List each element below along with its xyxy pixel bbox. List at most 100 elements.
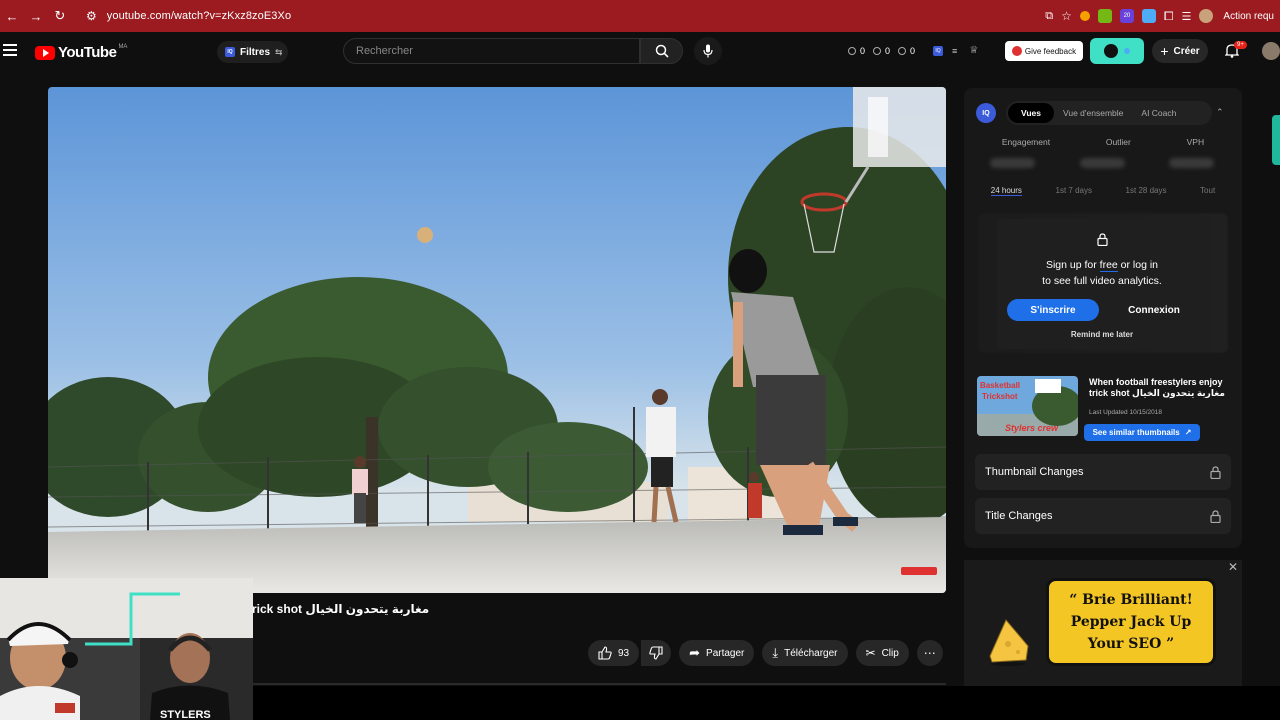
iq-icon[interactable]: IQ bbox=[933, 45, 944, 56]
iq-logo[interactable]: IQ bbox=[976, 103, 996, 123]
address-bar[interactable]: ⚙ youtube.com/watch?v=zKxz8zoE3Xo bbox=[86, 0, 1045, 32]
last-updated: Last Updated 10/15/2018 bbox=[1089, 409, 1163, 416]
extension-blue-icon[interactable] bbox=[1141, 9, 1156, 23]
webcam-frame: STYLERS bbox=[0, 578, 253, 720]
ad-banner[interactable]: ✕ “ Brie Brilliant! Pepper Jack Up Your … bbox=[964, 560, 1242, 686]
extension-green-icon[interactable] bbox=[1097, 9, 1112, 23]
like-button[interactable]: 93 bbox=[588, 640, 640, 666]
msg-part: Sign up for bbox=[1045, 259, 1100, 271]
range-28d[interactable]: 1st 28 days bbox=[1126, 186, 1167, 196]
youtube-header: YouTube MA IQ Filtres ⇆ 0 0 0 IQ ≡ ♕ Giv… bbox=[0, 32, 1280, 72]
reload-icon[interactable]: ↻ bbox=[48, 0, 72, 32]
search-button[interactable] bbox=[640, 38, 683, 64]
voice-search-button[interactable] bbox=[694, 37, 722, 65]
url-text[interactable]: youtube.com/watch?v=zKxz8zoE3Xo bbox=[107, 10, 291, 22]
eye-icon bbox=[898, 46, 907, 55]
thumbs-up-icon bbox=[598, 646, 612, 660]
stat-value: 0 bbox=[910, 45, 916, 56]
download-button[interactable]: ⤓ Télécharger bbox=[762, 640, 848, 666]
login-button[interactable]: Connexion bbox=[1110, 299, 1198, 321]
extension-orange-icon[interactable] bbox=[1079, 11, 1090, 21]
close-icon[interactable]: ✕ bbox=[1228, 560, 1238, 574]
range-all[interactable]: Tout bbox=[1200, 186, 1215, 196]
msg-free: free bbox=[1099, 259, 1118, 272]
give-feedback-button[interactable]: Give feedback bbox=[1005, 41, 1083, 61]
title-changes-row[interactable]: Title Changes bbox=[975, 498, 1231, 534]
action-required-text[interactable]: Action requ bbox=[1223, 11, 1274, 22]
svg-text:Stylers crew: Stylers crew bbox=[1005, 423, 1059, 433]
metric-labels: Engagement Outlier VPH bbox=[964, 137, 1242, 147]
extensions-puzzle-icon[interactable]: ⧠ bbox=[1164, 9, 1174, 24]
back-icon[interactable]: ← bbox=[0, 0, 24, 32]
video-thumbnail[interactable]: Basketball Trickshot Stylers crew bbox=[977, 376, 1078, 436]
install-icon[interactable]: ⧉ bbox=[1045, 10, 1053, 23]
list-icon[interactable]: ≡ bbox=[952, 46, 957, 56]
thumbnail-image: Basketball Trickshot Stylers crew bbox=[977, 376, 1078, 436]
cheese-icon bbox=[989, 619, 1029, 666]
ad-text-card: “ Brie Brilliant! Pepper Jack Up Your SE… bbox=[1046, 578, 1216, 666]
range-24h[interactable]: 24 hours bbox=[990, 186, 1022, 196]
extension-logo-icon bbox=[1104, 44, 1118, 58]
bookmark-star-icon[interactable]: ☆ bbox=[1061, 9, 1072, 23]
extension-stats: 0 0 0 IQ ≡ ♕ bbox=[848, 45, 978, 56]
microphone-icon bbox=[703, 44, 713, 58]
profile-icon[interactable] bbox=[1199, 9, 1214, 23]
youtube-logo[interactable]: YouTube MA bbox=[35, 44, 127, 61]
tab-ai-coach[interactable]: AI Coach bbox=[1132, 103, 1185, 123]
lock-icon bbox=[1097, 233, 1108, 246]
sign-up-message: Sign up for free or log in to see full v… bbox=[997, 257, 1207, 289]
site-settings-icon[interactable]: ⚙ bbox=[86, 9, 97, 23]
remind-later-link[interactable]: Remind me later bbox=[997, 330, 1207, 339]
create-button[interactable]: + Créer bbox=[1152, 39, 1208, 63]
forward-icon[interactable]: → bbox=[24, 0, 48, 32]
share-icon: ➦ bbox=[689, 645, 701, 660]
side-panel-tab[interactable] bbox=[1272, 115, 1280, 165]
panel-tabs: Vues Vue d'ensemble AI Coach bbox=[1006, 101, 1212, 125]
dislike-button[interactable] bbox=[641, 640, 672, 666]
extension-toggle-button[interactable] bbox=[1090, 38, 1144, 64]
webcam-overlay: STYLERS bbox=[0, 578, 253, 720]
trophy-icon[interactable]: ♕ bbox=[969, 45, 978, 56]
svg-text:STYLERS: STYLERS bbox=[160, 709, 211, 720]
youtube-play-icon bbox=[35, 45, 55, 60]
avatar[interactable] bbox=[1262, 42, 1280, 60]
video-title: rick shot مغاربة يتحدون الخيال bbox=[252, 602, 430, 616]
search-input[interactable] bbox=[344, 39, 639, 63]
metric-vph: VPH bbox=[1186, 137, 1205, 147]
search-icon bbox=[655, 44, 669, 58]
browser-toolbar: ← → ↻ ⚙ youtube.com/watch?v=zKxz8zoE3Xo … bbox=[0, 0, 1280, 32]
filters-button[interactable]: IQ Filtres ⇆ bbox=[217, 41, 288, 63]
video-actions: 93 ➦ Partager ⤓ Télécharger ✂ Clip ⋯ bbox=[588, 640, 943, 666]
iq-icon: IQ bbox=[225, 47, 235, 57]
more-options-button[interactable]: ⋯ bbox=[916, 640, 943, 666]
feedback-label: Give feedback bbox=[1024, 46, 1077, 56]
lock-icon bbox=[1210, 509, 1221, 523]
logo-region: MA bbox=[118, 43, 128, 50]
share-button[interactable]: ➦ Partager bbox=[679, 640, 755, 666]
similar-label: See similar thumbnails bbox=[1092, 428, 1180, 437]
reading-list-icon[interactable]: ☰ bbox=[1182, 10, 1192, 23]
extension-icons: ⧉ ☆ 20 ⧠ ☰ bbox=[1045, 9, 1214, 24]
notification-badge: 9+ bbox=[1234, 41, 1247, 49]
blurred-value bbox=[1169, 158, 1214, 168]
clip-button[interactable]: ✂ Clip bbox=[855, 640, 909, 666]
eye-icon bbox=[873, 46, 882, 55]
sliders-icon: ⇆ bbox=[275, 46, 283, 57]
thumbnail-changes-row[interactable]: Thumbnail Changes bbox=[975, 454, 1231, 490]
blurred-value bbox=[1080, 158, 1125, 168]
like-count: 93 bbox=[618, 647, 630, 659]
range-7d[interactable]: 1st 7 days bbox=[1056, 186, 1092, 196]
extension-badge-icon[interactable]: 20 bbox=[1119, 9, 1134, 23]
analytics-panel: IQ Vues Vue d'ensemble AI Coach ⌃ Engage… bbox=[964, 88, 1242, 548]
menu-icon[interactable] bbox=[3, 44, 17, 59]
svg-text:Trickshot: Trickshot bbox=[982, 392, 1018, 401]
related-video-title[interactable]: When football freestylers enjoy trick sh… bbox=[1089, 377, 1237, 399]
tab-vues[interactable]: Vues bbox=[1008, 103, 1055, 123]
video-player[interactable] bbox=[48, 87, 946, 593]
range-tabs: 24 hours 1st 7 days 1st 28 days Tout bbox=[964, 186, 1242, 196]
thumbs-down-icon bbox=[649, 646, 663, 660]
tab-overview[interactable]: Vue d'ensemble bbox=[1054, 103, 1132, 123]
sign-up-button[interactable]: S'inscrire bbox=[1007, 299, 1099, 321]
see-similar-button[interactable]: See similar thumbnails ↗ bbox=[1084, 424, 1200, 441]
collapse-chevron-icon[interactable]: ⌃ bbox=[1216, 107, 1224, 118]
